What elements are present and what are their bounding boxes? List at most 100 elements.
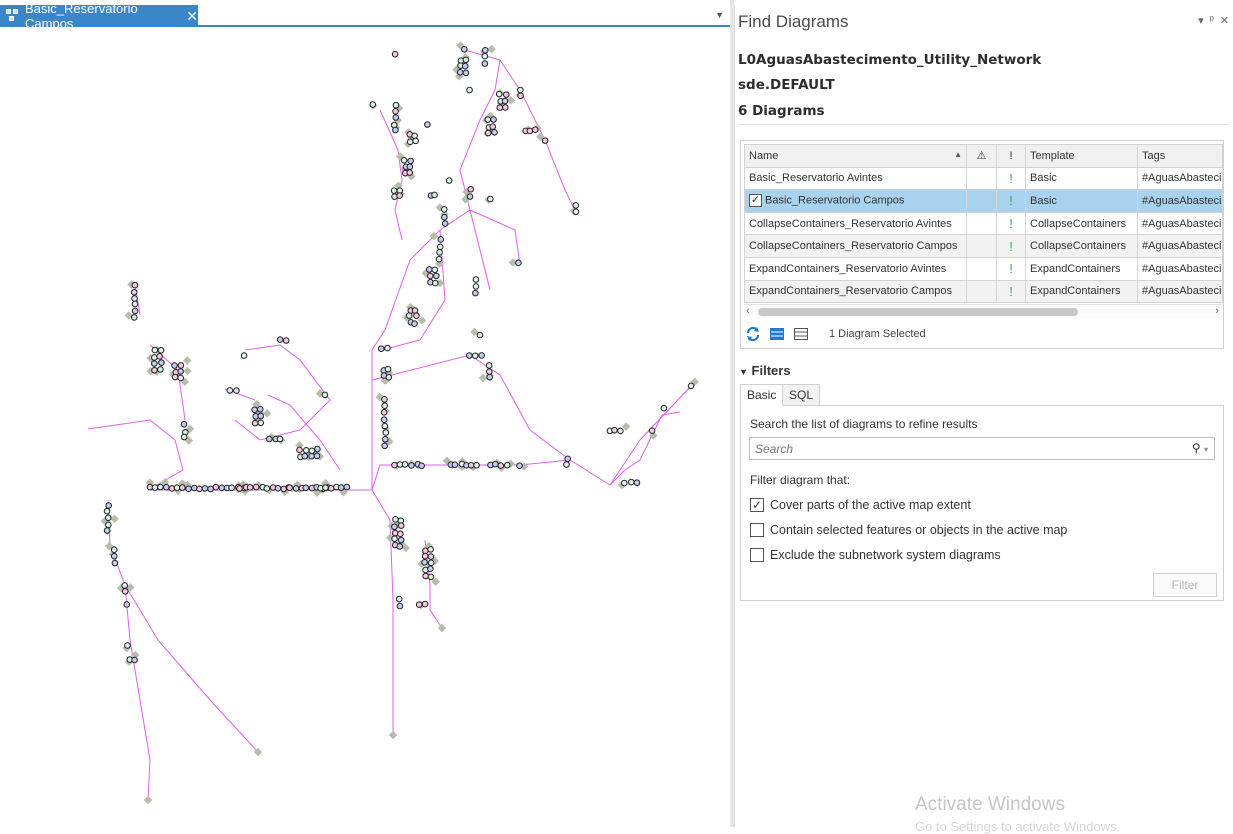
network-node (151, 346, 159, 354)
network-node (103, 527, 111, 534)
network-node (406, 138, 414, 146)
row-warning (966, 166, 997, 191)
network-node (314, 445, 321, 453)
scroll-right-icon[interactable]: › (1215, 305, 1219, 317)
chevron-down-icon[interactable]: ▼ (715, 10, 724, 20)
grid-toolbar: 1 Diagram Selected (745, 326, 926, 342)
network-node (296, 446, 303, 454)
select-all-icon[interactable] (769, 326, 785, 342)
refresh-icon[interactable] (745, 326, 761, 342)
document-tab[interactable]: Basic_Reservatorio Campos ✕ (0, 1, 198, 31)
network-node (422, 547, 429, 555)
table-row[interactable]: ExpandContainers_Reservatorio Avintes ! … (744, 256, 1223, 281)
column-header-template[interactable]: Template (1025, 144, 1138, 168)
network-node (343, 483, 351, 491)
checkbox-contain-selected[interactable] (750, 523, 764, 537)
network-node (256, 405, 264, 413)
network-edge (469, 209, 521, 266)
network-node (490, 116, 497, 123)
network-node (171, 362, 178, 369)
checkbox-cover-extent[interactable]: ✓ (750, 498, 764, 512)
pin-icon[interactable]: ᵖ (1210, 14, 1214, 27)
pane-title: Find Diagrams (738, 12, 849, 31)
row-tags: #AguasAbasteci (1137, 234, 1223, 258)
network-node (411, 320, 418, 328)
network-node (627, 478, 635, 486)
row-warning (966, 211, 997, 236)
network-node (163, 483, 170, 491)
network-node (541, 137, 549, 144)
network-node (397, 530, 404, 538)
network-node (484, 116, 492, 123)
map-view[interactable]: Basic_Reservatorio Campos ✕ ▼ (0, 0, 730, 827)
checkmark-icon[interactable]: ✓ (749, 194, 762, 208)
warning-icon[interactable]: ⚠ (966, 144, 997, 168)
network-node (276, 435, 284, 443)
network-node (282, 337, 290, 344)
network-edge (371, 384, 693, 491)
network-node (481, 47, 489, 54)
network-node (496, 104, 504, 111)
column-header-tags[interactable]: Tags (1137, 144, 1223, 168)
network-node (265, 435, 273, 443)
network-node (422, 572, 430, 580)
filter-button[interactable]: Filter (1153, 573, 1217, 597)
option-contain-selected[interactable]: Contain selected features or objects in … (750, 523, 1067, 537)
search-input[interactable] (750, 438, 1170, 459)
table-row[interactable]: ExpandContainers_Reservatorio Campos ! E… (744, 279, 1223, 304)
junction-marker (183, 366, 192, 376)
network-node (572, 208, 580, 216)
scroll-left-icon[interactable]: ‹ (746, 305, 750, 317)
horizontal-scrollbar[interactable]: ‹ › (744, 304, 1222, 318)
network-node (327, 485, 335, 492)
network-node (156, 353, 163, 360)
network-node (104, 514, 112, 522)
clear-selection-icon[interactable] (793, 326, 809, 342)
network-node (157, 366, 164, 373)
pane-options-icon[interactable]: ▾ (1198, 14, 1204, 27)
network-node (427, 559, 435, 567)
network-node (130, 314, 138, 321)
selection-status: 1 Diagram Selected (829, 328, 926, 340)
network-node (487, 195, 494, 203)
table-row[interactable]: CollapseContainers_Reservatorio Avintes … (744, 211, 1223, 236)
network-node (236, 485, 243, 492)
column-header-name[interactable]: Name ▲ (744, 144, 967, 168)
network-node (466, 352, 473, 359)
column-header-status[interactable]: ! (996, 144, 1026, 168)
table-row[interactable]: ✓ Basic_Reservatorio Campos ! Basic #Agua… (744, 189, 1223, 213)
network-node (286, 484, 293, 492)
table-row[interactable]: CollapseContainers_Reservatorio Campos !… (744, 234, 1223, 258)
tab-sql[interactable]: SQL (782, 384, 821, 406)
network-node (313, 452, 321, 460)
network-node (415, 601, 423, 608)
table-row[interactable]: Basic_Reservatorio Avintes ! Basic #Agua… (744, 166, 1223, 191)
close-pane-icon[interactable]: ✕ (1220, 14, 1229, 27)
search-field[interactable]: ⚲ ▾ (749, 437, 1215, 460)
close-icon[interactable]: ✕ (186, 8, 198, 25)
network-diagram[interactable] (0, 29, 730, 827)
network-node (436, 249, 443, 256)
option-cover-extent[interactable]: ✓ Cover parts of the active map extent (750, 498, 971, 512)
activation-watermark: Activate Windows (915, 794, 1065, 815)
checkbox-exclude-subnetwork[interactable] (750, 548, 764, 562)
network-node (240, 352, 248, 359)
network-node (151, 354, 158, 361)
network-node (391, 461, 398, 469)
network-node (274, 484, 282, 492)
tab-basic[interactable]: Basic (740, 384, 784, 406)
network-node (472, 289, 479, 297)
network-node (427, 573, 435, 581)
network-node (177, 368, 184, 375)
network-node (461, 45, 468, 53)
network-node (421, 600, 429, 608)
scrollbar-thumb[interactable] (758, 308, 1078, 316)
option-exclude-subnetwork[interactable]: Exclude the subnetwork system diagrams (750, 548, 1001, 562)
junction-marker (487, 44, 496, 54)
network-node (308, 452, 315, 460)
search-icon[interactable]: ⚲ ▾ (1192, 441, 1208, 455)
network-node (196, 485, 203, 493)
network-node (131, 281, 139, 289)
filters-section-toggle[interactable]: ▼ Filters (739, 363, 791, 378)
network-node (648, 427, 656, 434)
